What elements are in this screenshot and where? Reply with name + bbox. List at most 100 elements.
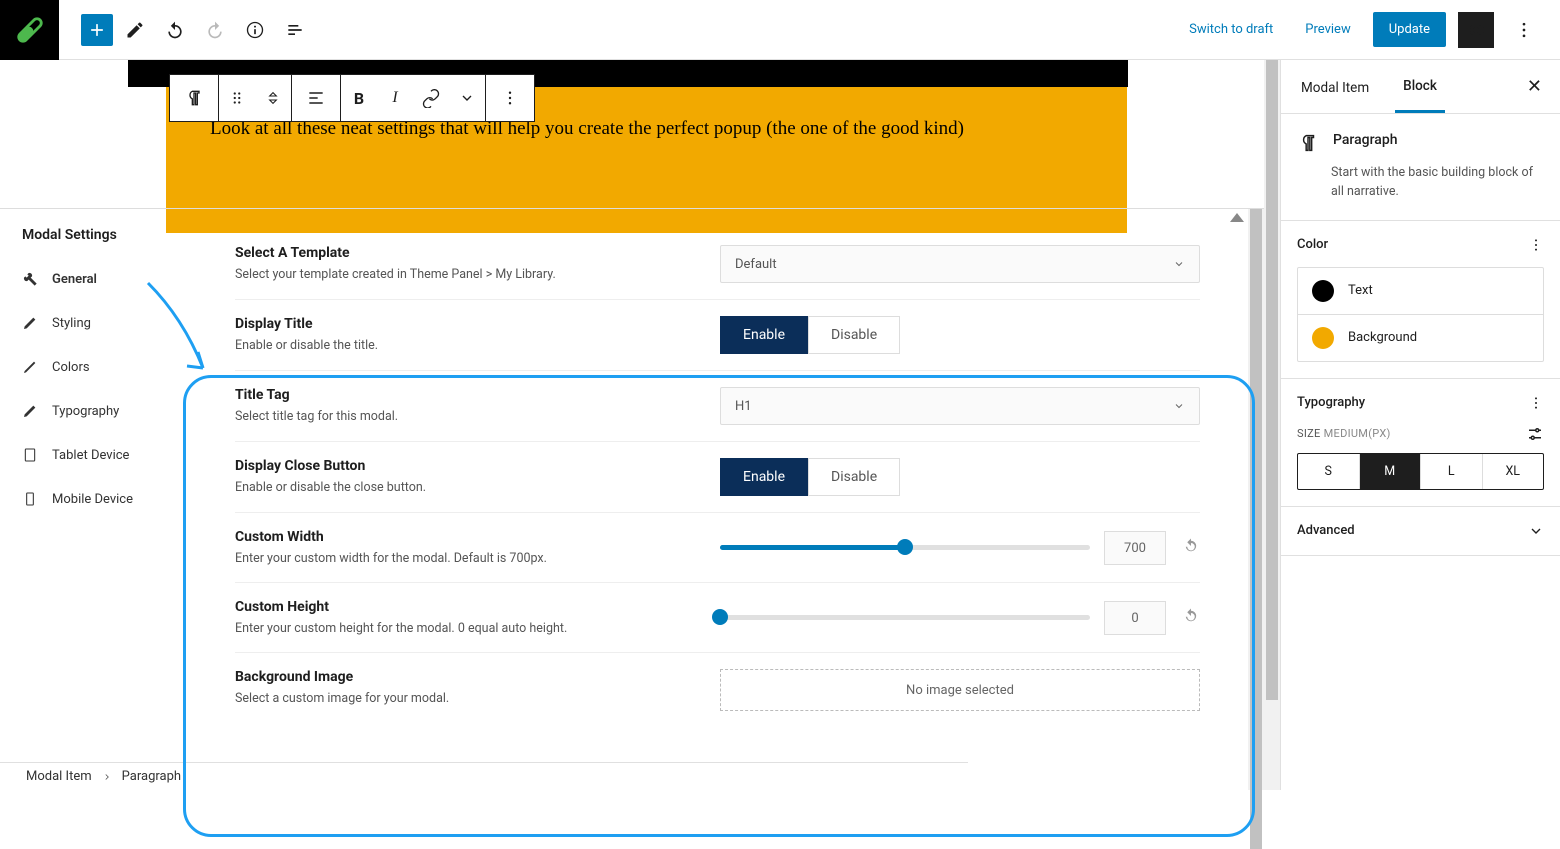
breadcrumb: Modal Item Paragraph [0, 762, 968, 790]
main-scrollbar[interactable] [1264, 60, 1280, 790]
nav-mobile[interactable]: Mobile Device [0, 477, 205, 521]
close-button-toggle: EnableDisable [720, 458, 900, 496]
advanced-label: Advanced [1297, 523, 1355, 538]
undo-button[interactable] [157, 12, 193, 48]
label: Display Title [235, 316, 720, 332]
disable-option[interactable]: Disable [808, 316, 900, 354]
bold-button[interactable]: B [341, 75, 377, 121]
toolbar-right: Switch to draft Preview Update [1179, 12, 1560, 48]
nav-styling[interactable]: Styling [0, 301, 205, 345]
preview-link[interactable]: Preview [1295, 16, 1360, 43]
italic-button[interactable]: I [377, 75, 413, 121]
more-menu-button[interactable] [1506, 12, 1542, 48]
tab-block[interactable]: Block [1395, 60, 1445, 113]
height-slider[interactable] [720, 615, 1090, 620]
info-button[interactable] [237, 12, 273, 48]
height-reset-button[interactable] [1182, 607, 1200, 629]
more-format-button[interactable] [449, 75, 485, 121]
sliders-icon[interactable] [1526, 425, 1544, 443]
desc: Select title tag for this modal. [235, 409, 720, 424]
redo-button[interactable] [197, 12, 233, 48]
disable-option[interactable]: Disable [808, 458, 900, 496]
edit-mode-button[interactable] [117, 12, 153, 48]
crumb-item[interactable]: Paragraph [122, 769, 181, 784]
nav-label: Typography [52, 404, 119, 419]
settings-gear-button[interactable] [1458, 12, 1494, 48]
typography-section: Typography SIZE MEDIUM(PX) S M L XL [1281, 379, 1560, 507]
paragraph-icon-button[interactable] [170, 75, 218, 121]
update-button[interactable]: Update [1373, 12, 1446, 47]
modal-settings-panel: Modal Settings General Styling Colors Ty… [0, 208, 1264, 790]
link-button[interactable] [413, 75, 449, 121]
size-l[interactable]: L [1421, 454, 1483, 489]
row-title-tag: Title Tag Select title tag for this modal… [235, 371, 1200, 442]
label: Background Image [235, 669, 720, 685]
width-value[interactable]: 700 [1104, 531, 1166, 565]
desc: Select a custom image for your modal. [235, 691, 720, 706]
label: Custom Height [235, 599, 720, 615]
width-reset-button[interactable] [1182, 537, 1200, 559]
align-button[interactable] [292, 75, 340, 121]
row-custom-width: Custom Width Enter your custom width for … [235, 513, 1200, 583]
settings-nav: Modal Settings General Styling Colors Ty… [0, 209, 205, 790]
settings-title: Modal Settings [0, 209, 205, 257]
nav-label: Mobile Device [52, 492, 133, 507]
swatch-label: Background [1348, 330, 1417, 345]
height-value[interactable]: 0 [1104, 601, 1166, 635]
nav-tablet[interactable]: Tablet Device [0, 433, 205, 477]
toolbar-left [59, 12, 313, 48]
topbar: Switch to draft Preview Update [0, 0, 1560, 60]
color-circle [1312, 327, 1334, 349]
label: Custom Width [235, 529, 720, 545]
size-m[interactable]: M [1360, 454, 1422, 489]
block-more-button[interactable] [486, 75, 534, 121]
close-sidebar-button[interactable]: ✕ [1521, 70, 1548, 103]
enable-option[interactable]: Enable [720, 316, 808, 354]
size-s[interactable]: S [1298, 454, 1360, 489]
chevron-right-icon [102, 772, 112, 782]
inspector-sidebar: Modal Item Block ✕ Paragraph Start with … [1280, 60, 1560, 790]
switch-draft-link[interactable]: Switch to draft [1179, 16, 1283, 43]
crumb-item[interactable]: Modal Item [26, 769, 92, 784]
text-color-swatch[interactable]: Text [1298, 268, 1543, 315]
collapse-toggle[interactable] [1230, 213, 1244, 222]
kebab-icon [1528, 237, 1544, 253]
title-tag-select[interactable]: H1 [720, 387, 1200, 425]
sidebar-tabs: Modal Item Block ✕ [1281, 60, 1560, 114]
desc: Enter your custom height for the modal. … [235, 621, 720, 636]
editor-canvas[interactable]: Look at all these neat settings that wil… [0, 60, 1264, 208]
enable-option[interactable]: Enable [720, 458, 808, 496]
advanced-section[interactable]: Advanced [1281, 507, 1560, 556]
typography-heading[interactable]: Typography [1297, 395, 1544, 411]
desc: Enter your custom width for the modal. D… [235, 551, 720, 566]
nav-colors[interactable]: Colors [0, 345, 205, 389]
nav-typography[interactable]: Typography [0, 389, 205, 433]
kebab-icon [1528, 395, 1544, 411]
swatch-label: Text [1348, 283, 1373, 298]
tab-modal-item[interactable]: Modal Item [1293, 62, 1377, 112]
bg-color-swatch[interactable]: Background [1298, 315, 1543, 361]
chevron-down-icon [1528, 523, 1544, 539]
nav-label: Colors [52, 360, 90, 375]
site-logo[interactable] [0, 0, 59, 60]
move-updown-button[interactable] [255, 75, 291, 121]
size-xl[interactable]: XL [1483, 454, 1544, 489]
add-block-button[interactable] [81, 14, 113, 46]
nav-general[interactable]: General [0, 257, 205, 301]
label: Title Tag [235, 387, 720, 403]
nav-label: General [52, 272, 97, 287]
drag-handle-button[interactable] [219, 75, 255, 121]
color-circle [1312, 280, 1334, 302]
desc: Enable or disable the close button. [235, 480, 720, 495]
row-custom-height: Custom Height Enter your custom height fo… [235, 583, 1200, 653]
outline-button[interactable] [277, 12, 313, 48]
width-slider[interactable] [720, 545, 1090, 550]
label: Display Close Button [235, 458, 720, 474]
desc: Enable or disable the title. [235, 338, 720, 353]
block-desc: Start with the basic building block of a… [1331, 164, 1544, 202]
settings-scrollbar[interactable] [1248, 209, 1264, 790]
size-val: MEDIUM(PX) [1324, 427, 1391, 440]
bg-image-selector[interactable]: No image selected [720, 669, 1200, 711]
template-select[interactable]: Default [720, 245, 1200, 283]
color-heading[interactable]: Color [1297, 237, 1544, 253]
